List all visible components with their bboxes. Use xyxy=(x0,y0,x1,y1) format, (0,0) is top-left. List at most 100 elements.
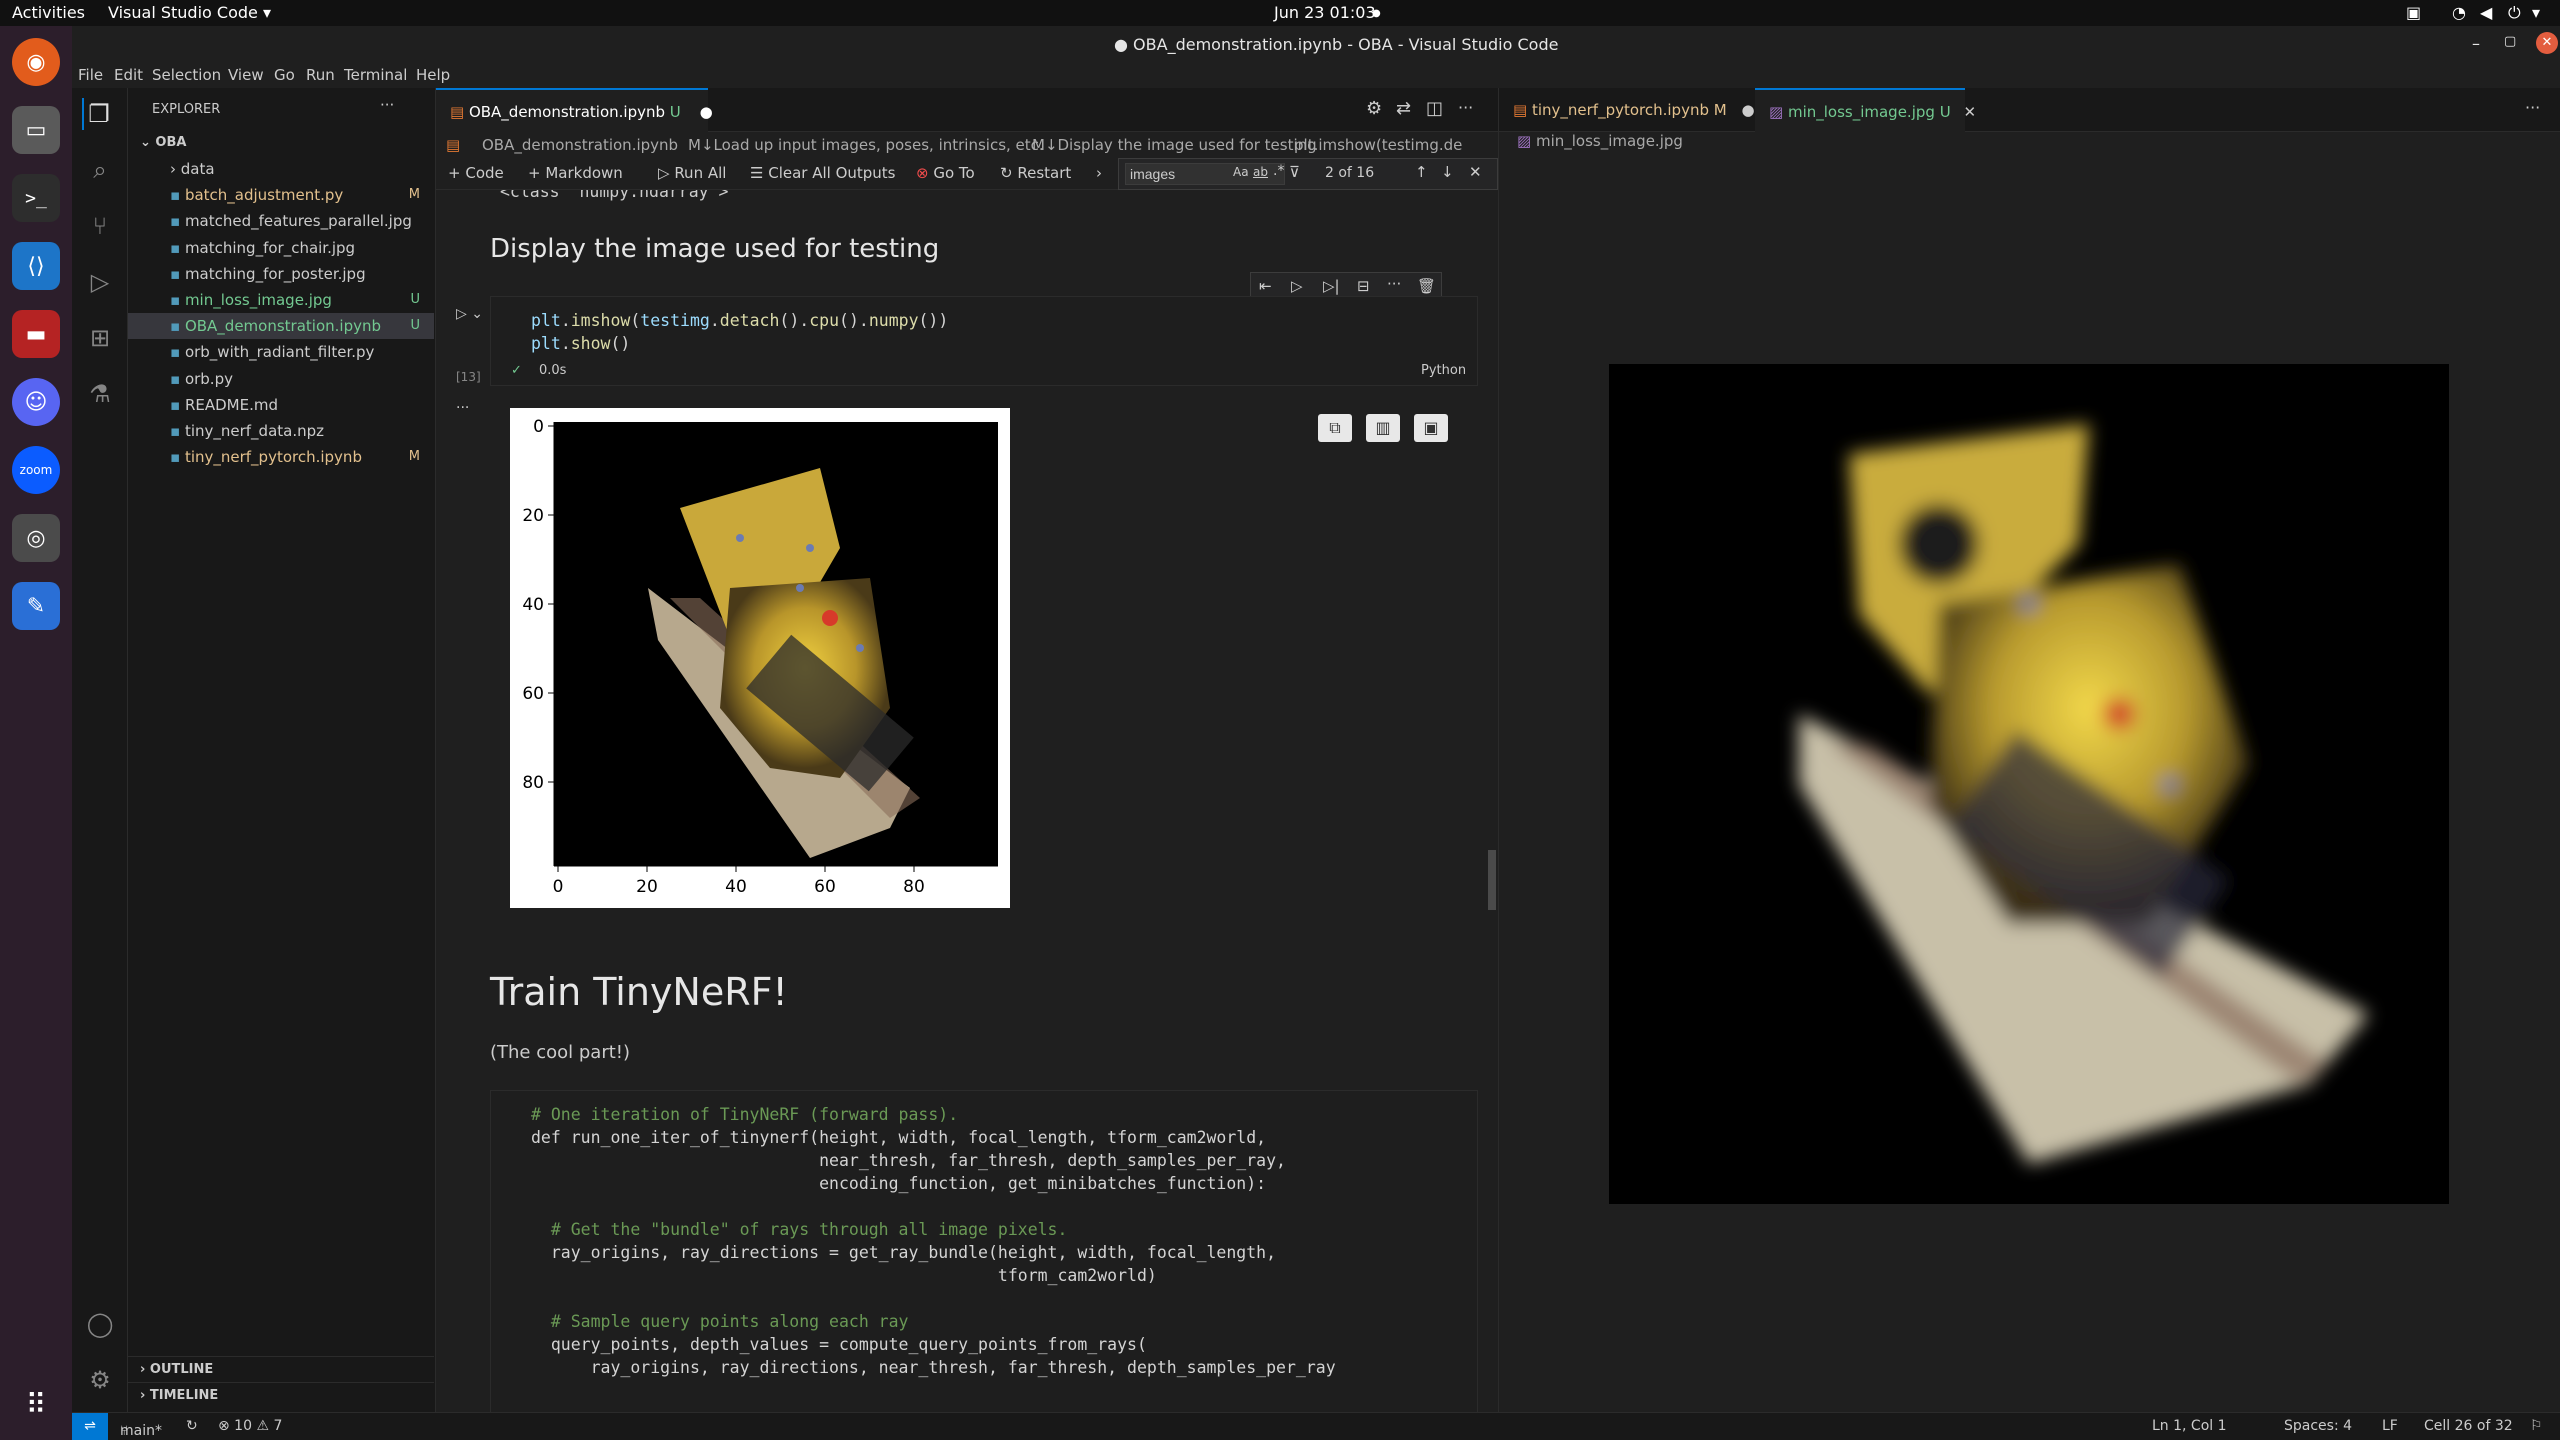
settings-gear-icon[interactable]: ⚙ xyxy=(84,1364,116,1396)
cursor-position[interactable]: Ln 1, Col 1 xyxy=(2152,1418,2227,1434)
run-all-button[interactable]: ▷ Run All xyxy=(658,164,726,182)
restart-button[interactable]: ↻ Restart xyxy=(1000,164,1071,182)
unsaved-dot-icon[interactable]: ● xyxy=(1742,101,1755,119)
sync-icon[interactable]: ↻ xyxy=(186,1418,198,1434)
vscode-icon[interactable]: ⟨⟩ xyxy=(12,242,60,290)
previous-match-icon[interactable]: ↑ xyxy=(1415,163,1428,181)
minimize-button[interactable]: – xyxy=(2472,34,2480,53)
extensions-icon[interactable]: ⊞ xyxy=(84,322,116,354)
markdown-heading-train[interactable]: Train TinyNeRF! xyxy=(490,970,788,1014)
terminal-icon[interactable]: >_ xyxy=(12,174,60,222)
image-preview[interactable] xyxy=(1609,364,2449,1204)
system-menu-chevron-icon[interactable]: ▾ xyxy=(2532,3,2540,22)
explorer-item[interactable]: ▪ matching_for_chair.jpg xyxy=(128,235,434,261)
breadcrumb-symbol[interactable]: plt.imshow(testimg.de xyxy=(1294,136,1498,154)
open-changes-icon[interactable]: ⇄ xyxy=(1396,98,1411,119)
explorer-icon[interactable]: ❐ xyxy=(82,98,114,130)
remote-icon[interactable]: ⇌ xyxy=(72,1413,108,1440)
menu-go[interactable]: Go xyxy=(274,66,295,84)
eol[interactable]: LF xyxy=(2382,1418,2398,1434)
filter-icon[interactable]: ⊽ xyxy=(1289,163,1300,181)
execute-below-icon[interactable]: ▷| xyxy=(1323,277,1340,295)
next-match-icon[interactable]: ↓ xyxy=(1441,163,1454,181)
tab-oba-demonstration[interactable]: ▤ OBA_demonstration.ipynb U ● xyxy=(436,88,713,132)
execute-cell-below-icon[interactable]: ▷ xyxy=(1291,277,1303,295)
testing-icon[interactable]: ⚗ xyxy=(84,378,116,410)
explorer-item[interactable]: ▪ README.md xyxy=(128,392,434,418)
app-red-icon[interactable]: ▬ xyxy=(12,310,60,358)
add-code-button[interactable]: + Code xyxy=(448,164,504,182)
add-markdown-button[interactable]: + Markdown xyxy=(528,164,623,182)
workspace-root[interactable]: ⌄ OBA xyxy=(128,130,434,156)
source-control-icon[interactable]: ⑂ xyxy=(84,210,116,242)
breadcrumb-cell-2[interactable]: M↓Display the image used for testing xyxy=(1032,136,1317,154)
explorer-item[interactable]: ▪ min_loss_image.jpg U xyxy=(128,287,434,313)
account-icon[interactable]: ◯ xyxy=(84,1308,116,1340)
explorer-item[interactable]: ▪ orb_with_radiant_filter.py xyxy=(128,339,434,365)
explorer-item[interactable]: ▪ tiny_nerf_pytorch.ipynb M xyxy=(128,444,434,470)
whole-word-toggle[interactable]: ab xyxy=(1253,165,1268,179)
cell-position[interactable]: Cell 26 of 32 xyxy=(2424,1418,2513,1434)
tab-tiny-nerf[interactable]: ▤ tiny_nerf_pytorch.ipynb M ● xyxy=(1499,88,1755,132)
go-to-button[interactable]: ⊗ Go To xyxy=(916,164,975,182)
run-debug-icon[interactable]: ▷ xyxy=(84,266,116,298)
clear-outputs-button[interactable]: ☰ Clear All Outputs xyxy=(750,164,896,182)
more-icon[interactable]: ··· xyxy=(1387,275,1401,293)
search-icon[interactable]: ⌕ xyxy=(84,154,116,186)
output-more-icon[interactable]: ··· xyxy=(456,400,469,416)
unsaved-dot-icon[interactable]: ● xyxy=(700,103,713,121)
firefox-icon[interactable]: ◉ xyxy=(12,38,60,86)
explorer-item[interactable]: ▪ batch_adjustment.py M xyxy=(128,182,434,208)
execute-above-icon[interactable]: ⇤ xyxy=(1259,277,1272,295)
more-actions-icon[interactable]: ··· xyxy=(1458,98,1473,117)
split-cell-icon[interactable]: ⊟ xyxy=(1357,277,1370,295)
menu-view[interactable]: View xyxy=(228,66,264,84)
activities-button[interactable]: Activities xyxy=(12,3,85,22)
kernel-gear-icon[interactable]: ⚙ xyxy=(1366,98,1382,119)
menu-edit[interactable]: Edit xyxy=(114,66,143,84)
tab-min-loss-image[interactable]: ▨ min_loss_image.jpg U ✕ xyxy=(1755,88,1976,132)
menu-selection[interactable]: Selection xyxy=(152,66,221,84)
copy-output-icon[interactable]: ⧉ xyxy=(1318,414,1352,442)
media-icon[interactable]: ◎ xyxy=(12,514,60,562)
explorer-item[interactable]: ▪ matching_for_poster.jpg xyxy=(128,261,434,287)
plot-viewer-icon[interactable]: ▥ xyxy=(1366,414,1400,442)
explorer-item[interactable]: ▪ tiny_nerf_data.npz xyxy=(128,418,434,444)
explorer-item[interactable]: ▪ orb.py xyxy=(128,366,434,392)
close-tab-icon[interactable]: ✕ xyxy=(1963,103,1976,121)
more-actions-icon[interactable]: ··· xyxy=(380,96,394,114)
split-editor-icon[interactable]: ◫ xyxy=(1426,98,1443,119)
notebook-scrollbar[interactable] xyxy=(1488,850,1496,910)
clock[interactable]: Jun 23 01:03 xyxy=(1274,3,1376,22)
feedback-icon[interactable]: ⚐ xyxy=(2530,1418,2543,1434)
menu-file[interactable]: File xyxy=(78,66,103,84)
zoom-icon[interactable]: zoom xyxy=(12,446,60,494)
match-case-toggle[interactable]: Aa xyxy=(1233,165,1249,179)
outline-section[interactable]: › OUTLINE xyxy=(128,1356,434,1382)
files-icon[interactable]: ▭ xyxy=(12,106,60,154)
code-cell-imshow[interactable]: plt.imshow(testimg.detach().cpu().numpy(… xyxy=(490,296,1478,386)
explorer-item[interactable]: ▪ OBA_demonstration.ipynb U xyxy=(128,313,434,340)
app-menu[interactable]: Visual Studio Code ▾ xyxy=(108,3,271,22)
explorer-item[interactable]: ▪ matched_features_parallel.jpg xyxy=(128,208,434,234)
delete-cell-icon[interactable]: 🗑 xyxy=(1417,277,1436,295)
restore-button[interactable]: ▢ xyxy=(2504,34,2516,49)
close-find-icon[interactable]: ✕ xyxy=(1469,163,1482,181)
regex-toggle[interactable]: .* xyxy=(1273,163,1284,179)
more-actions-icon[interactable]: ··· xyxy=(2525,98,2540,117)
markdown-heading-display[interactable]: Display the image used for testing xyxy=(490,234,939,264)
menu-run[interactable]: Run xyxy=(306,66,335,84)
close-button[interactable]: ✕ xyxy=(2536,32,2558,54)
cell-language[interactable]: Python xyxy=(1421,363,1466,378)
discord-icon[interactable]: ☺ xyxy=(12,378,60,426)
editor-app-icon[interactable]: ✎ xyxy=(12,582,60,630)
run-cell-icon[interactable]: ▷ ⌄ xyxy=(456,306,483,322)
problems-status[interactable]: ⊗ 10 ⚠ 7 xyxy=(218,1418,282,1434)
timeline-section[interactable]: › TIMELINE xyxy=(128,1382,434,1408)
breadcrumb-file[interactable]: OBA_demonstration.ipynb xyxy=(482,136,678,154)
breadcrumb-cell-1[interactable]: M↓Load up input images, poses, intrinsic… xyxy=(688,136,1044,154)
menu-terminal[interactable]: Terminal xyxy=(344,66,407,84)
markdown-paragraph[interactable]: (The cool part!) xyxy=(490,1042,630,1063)
menu-help[interactable]: Help xyxy=(416,66,450,84)
indentation[interactable]: Spaces: 4 xyxy=(2284,1418,2352,1434)
